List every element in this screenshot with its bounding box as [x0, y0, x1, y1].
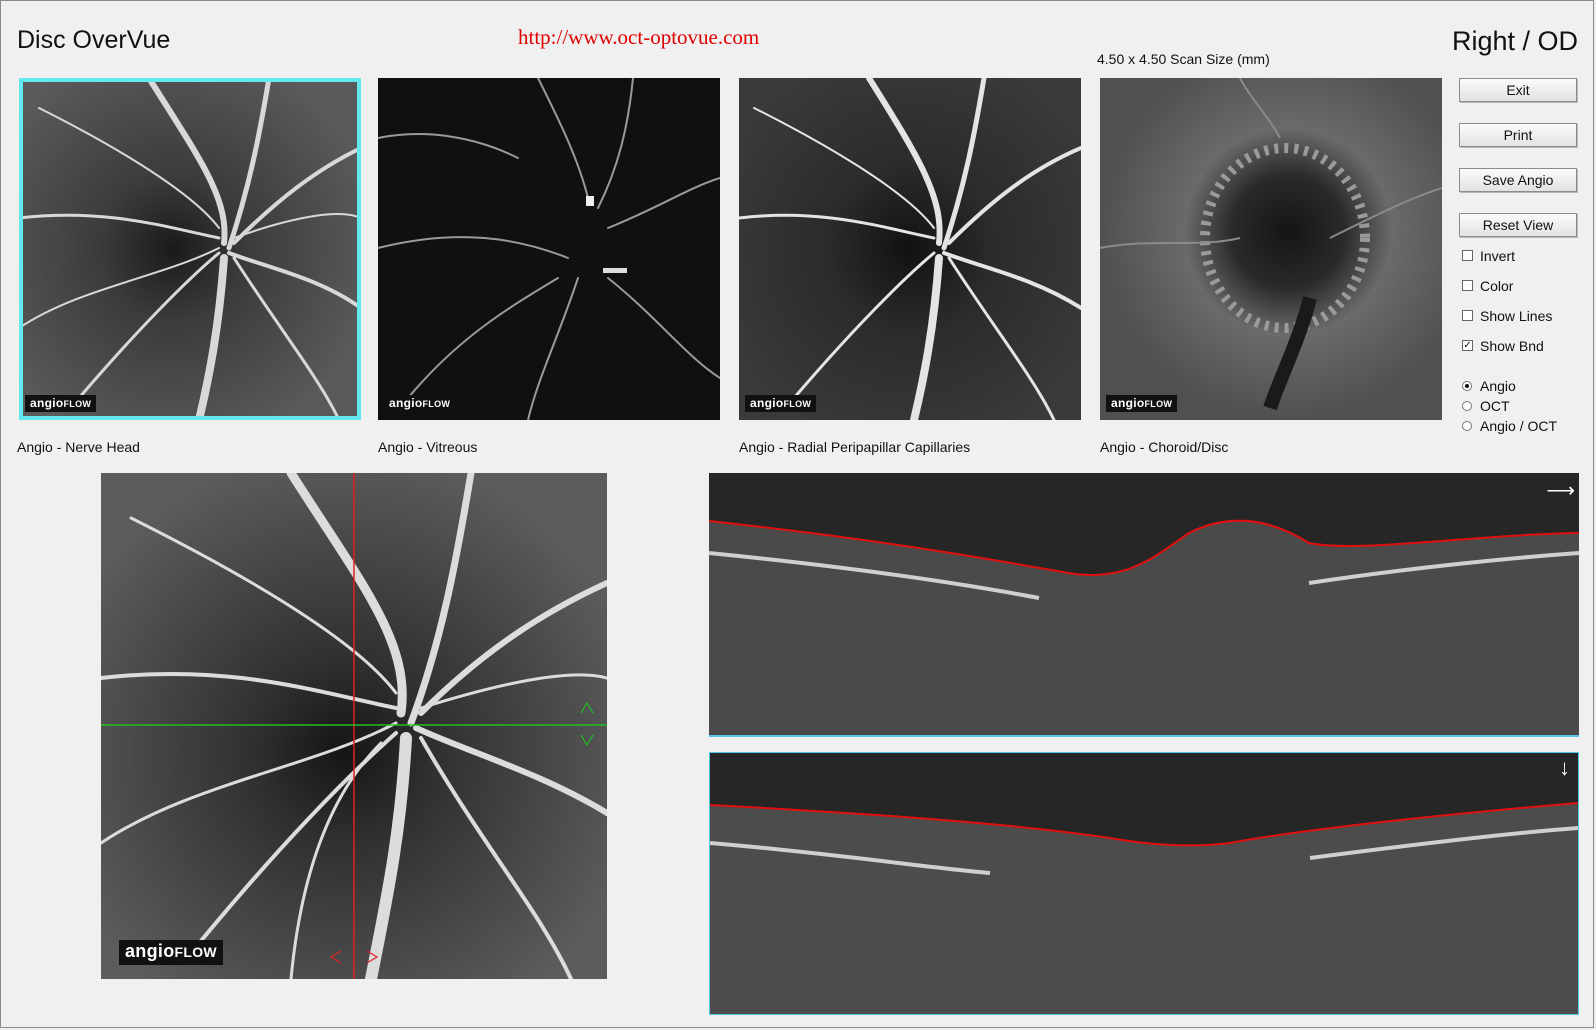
radio-button[interactable]	[1462, 401, 1472, 411]
thumbnail-choroid-disc[interactable]: angioFLOW	[1100, 78, 1442, 420]
angio-image-radial-peripapillary	[739, 78, 1081, 420]
angioflow-logo: angioFLOW	[745, 395, 817, 412]
checkbox-label: Color	[1480, 278, 1514, 294]
thumbnail-nerve-head[interactable]: angioFLOW	[19, 78, 361, 420]
angio-image-choroid-disc	[1100, 78, 1442, 420]
website-url: http://www.oct-optovue.com	[518, 25, 760, 49]
oct-bscan-horizontal-image	[709, 473, 1579, 735]
page-title: Disc OverVue	[17, 26, 171, 54]
thumbnail-caption-choroid-disc: Angio - Choroid/Disc	[1100, 439, 1229, 455]
enface-angio-image	[101, 473, 607, 979]
checkbox-box[interactable]	[1462, 250, 1473, 261]
angioflow-logo: angioFLOW	[1106, 395, 1178, 412]
angioflow-logo: angioFLOW	[119, 940, 223, 965]
radio-button[interactable]	[1462, 421, 1472, 431]
radio-button-selected[interactable]	[1462, 381, 1472, 391]
thumbnail-caption-nerve-head: Angio - Nerve Head	[17, 439, 140, 455]
radio-label: Angio / OCT	[1480, 418, 1558, 434]
arrow-right-icon: ⟶	[1546, 480, 1575, 502]
checkbox-label: Show Lines	[1480, 308, 1553, 324]
angio-image-nerve-head	[19, 78, 361, 420]
checkbox-label: Invert	[1480, 248, 1516, 264]
oct-bscan-horizontal[interactable]: ⟶	[709, 473, 1579, 737]
angioflow-logo: angioFLOW	[25, 395, 97, 412]
angioflow-logo: angioFLOW	[384, 395, 456, 412]
checkbox-box[interactable]	[1462, 280, 1473, 291]
thumbnail-radial-peripapillary[interactable]: angioFLOW	[739, 78, 1081, 420]
thumbnail-caption-radial-peripapillary: Angio - Radial Peripapillar Capillaries	[739, 439, 971, 455]
thumbnail-caption-vitreous: Angio - Vitreous	[378, 439, 478, 455]
checkbox-box-checked[interactable]: ✓	[1462, 340, 1473, 351]
oct-bscan-vertical-image	[710, 753, 1578, 1014]
arrow-down-icon: ↓	[1559, 755, 1570, 780]
checkbox-box[interactable]	[1462, 310, 1473, 321]
scan-size-label: 4.50 x 4.50 Scan Size (mm)	[1097, 51, 1270, 67]
exit-button[interactable]: Exit	[1459, 78, 1577, 102]
angio-image-vitreous	[378, 78, 720, 420]
radio-label: OCT	[1480, 398, 1510, 414]
oct-bscan-vertical[interactable]: ↓	[709, 752, 1579, 1015]
print-button[interactable]: Print	[1459, 123, 1577, 147]
save-angio-button[interactable]: Save Angio	[1459, 168, 1577, 192]
enface-angio-view[interactable]: angioFLOW	[101, 473, 607, 979]
radio-label: Angio	[1480, 378, 1516, 394]
eye-indicator: Right / OD	[1451, 26, 1578, 56]
checkbox-label: Show Bnd	[1480, 338, 1544, 354]
thumbnail-vitreous[interactable]: angioFLOW	[378, 78, 720, 420]
reset-view-button[interactable]: Reset View	[1459, 213, 1577, 237]
